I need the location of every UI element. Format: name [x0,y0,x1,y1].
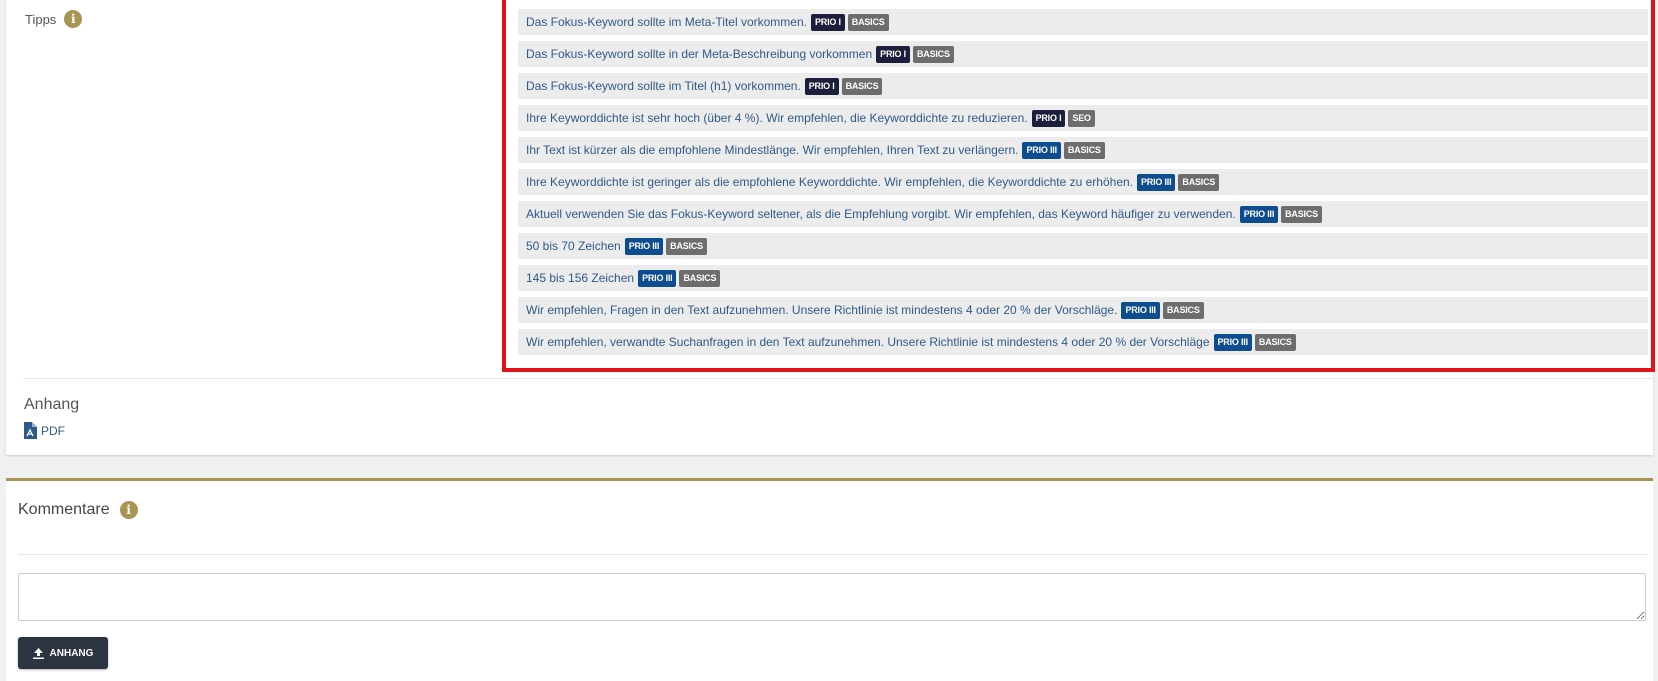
category-badge: BASICS [1254,333,1296,351]
tip-text: Das Fokus-Keyword sollte im Meta-Titel v… [526,15,807,29]
tip-text: Das Fokus-Keyword sollte im Titel (h1) v… [526,79,801,93]
tip-row: Das Fokus-Keyword sollte im Meta-Titel v… [518,9,1648,35]
tip-row: Ihre Keyworddichte ist sehr hoch (über 4… [518,105,1648,131]
tip-text: 145 bis 156 Zeichen [526,271,635,285]
tip-text: Aktuell verwenden Sie das Fokus-Keyword … [526,207,1236,221]
tip-row: Das Fokus-Keyword sollte im Titel (h1) v… [518,73,1648,99]
anhang-button-label: ANHANG [49,647,94,659]
prio-badge: PRIO I [876,45,910,63]
category-badge: BASICS [1281,205,1322,223]
category-badge: BASICS [912,45,954,63]
tip-text: Ihre Keyworddichte ist sehr hoch (über 4… [526,111,1028,125]
category-badge: BASICS [1063,141,1105,159]
tip-text: Wir empfehlen, Fragen in den Text aufzun… [526,303,1118,317]
tip-text: Ihre Keyworddichte ist geringer als die … [526,175,1133,189]
info-icon[interactable]: i [119,501,138,519]
anhang-title: Anhang [24,396,80,413]
category-badge: BASICS [1178,173,1220,191]
pdf-link[interactable]: PDF [23,422,65,439]
prio-badge: PRIO III [1239,205,1279,223]
tip-row: Ihr Text ist kürzer als die empfohlene M… [518,137,1648,163]
prio-badge: PRIO III [1022,141,1061,159]
tipps-label: Tipps [25,11,57,27]
kommentare-title-group: Kommentare i [18,501,138,519]
tip-text: Das Fokus-Keyword sollte in der Meta-Bes… [526,47,873,61]
tip-row: Das Fokus-Keyword sollte in der Meta-Bes… [518,41,1648,67]
category-badge: BASICS [679,269,721,287]
tip-text: Ihr Text ist kürzer als die empfohlene M… [526,143,1019,157]
pdf-label: PDF [41,423,65,438]
comments-card: Kommentare i ANHANG [6,478,1653,681]
tips-list: Das Fokus-Keyword sollte im Meta-Titel v… [518,9,1648,361]
tip-row: Wir empfehlen, verwandte Suchanfragen in… [518,329,1648,355]
prio-badge: PRIO III [1121,301,1160,319]
prio-badge: PRIO I [804,77,839,95]
tip-text: Wir empfehlen, verwandte Suchanfragen in… [526,335,1210,349]
info-icon[interactable]: i [64,10,83,28]
category-badge: BASICS [847,13,889,31]
category-badge: BASICS [666,237,707,255]
prio-badge: PRIO III [1137,173,1176,191]
tip-row: Ihre Keyworddichte ist geringer als die … [518,169,1648,195]
category-badge: SEO [1068,109,1095,127]
tip-text: 50 bis 70 Zeichen [526,239,621,253]
prio-badge: PRIO III [638,269,677,287]
tipps-label-group: Tipps i [25,10,83,28]
upload-icon [32,647,44,659]
kommentare-title: Kommentare [18,501,110,518]
prio-badge: PRIO I [810,13,845,31]
prio-badge: PRIO III [624,237,664,255]
tip-row: Aktuell verwenden Sie das Fokus-Keyword … [518,201,1648,227]
comment-textarea[interactable] [18,573,1646,621]
prio-badge: PRIO I [1031,109,1066,127]
tip-row: 50 bis 70 Zeichen PRIO III BASICS [518,233,1648,259]
section-divider [18,554,1648,555]
tip-row: Wir empfehlen, Fragen in den Text aufzun… [518,297,1648,323]
tip-row: 145 bis 156 Zeichen PRIO III BASICS [518,265,1648,291]
anhang-upload-button[interactable]: ANHANG [18,637,108,669]
analysis-card: Tipps i Das Fokus-Keyword sollte im Meta… [6,0,1655,455]
section-divider [23,378,1653,379]
category-badge: BASICS [1162,301,1204,319]
file-pdf-icon [24,422,37,439]
category-badge: BASICS [841,77,883,95]
prio-badge: PRIO III [1213,333,1252,351]
